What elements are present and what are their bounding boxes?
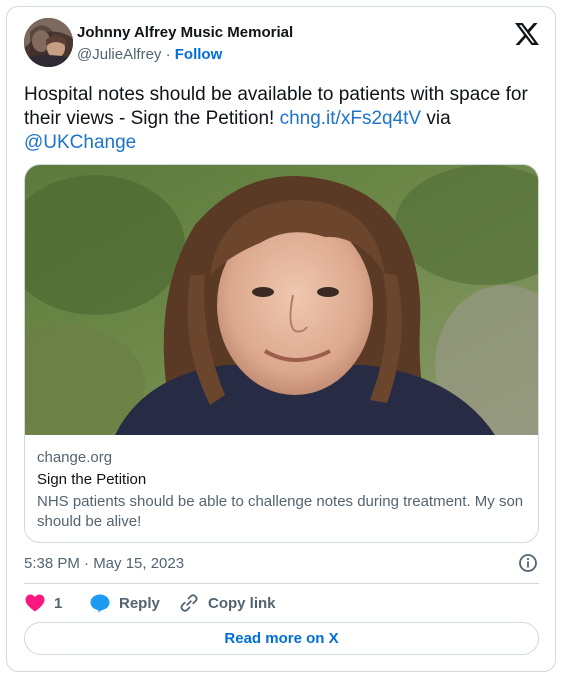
author-handle[interactable]: @JulieAlfrey [77,46,161,63]
divider [24,583,539,584]
tweet-text: Hospital notes should be available to pa… [24,83,539,155]
preview-photo [25,165,538,435]
read-more-button[interactable]: Read more on X [24,622,539,655]
link-preview-card[interactable]: change.org Sign the Petition NHS patient… [24,164,539,543]
info-icon[interactable] [518,553,538,573]
petition-link[interactable]: chng.it/xFs2q4tV [280,108,422,129]
tweet-text-lead: Hospital notes should be available to pa… [24,84,528,129]
x-logo-icon[interactable] [515,23,539,45]
follow-button[interactable]: Follow [175,46,223,63]
heart-icon [25,594,45,612]
tweet-timestamp[interactable]: 5:38 PM · May 15, 2023 [24,555,184,572]
tweet-text-via: via [421,108,451,129]
author-display-name[interactable]: Johnny Alfrey Music Memorial [77,24,293,41]
link-title: Sign the Petition [37,471,147,488]
copy-link-label: Copy link [208,594,276,612]
tweet-embed-card: Johnny Alfrey Music Memorial @JulieAlfre… [6,6,556,672]
link-description: NHS patients should be able to challenge… [37,493,524,530]
author-meta-line: @JulieAlfrey · Follow [77,46,222,63]
link-chain-icon [180,594,198,612]
link-domain: change.org [37,449,113,466]
avatar-photo-icon [24,18,73,67]
author-avatar[interactable] [24,18,73,67]
like-button[interactable]: 1 [25,591,62,615]
reply-label: Reply [119,594,160,612]
reply-bubble-icon [90,594,110,613]
reply-button[interactable]: Reply [90,591,160,615]
separator-dot: · [165,46,171,63]
mention-link[interactable]: @UKChange [24,132,136,153]
like-count: 1 [54,594,63,612]
copy-link-button[interactable]: Copy link [179,591,276,615]
